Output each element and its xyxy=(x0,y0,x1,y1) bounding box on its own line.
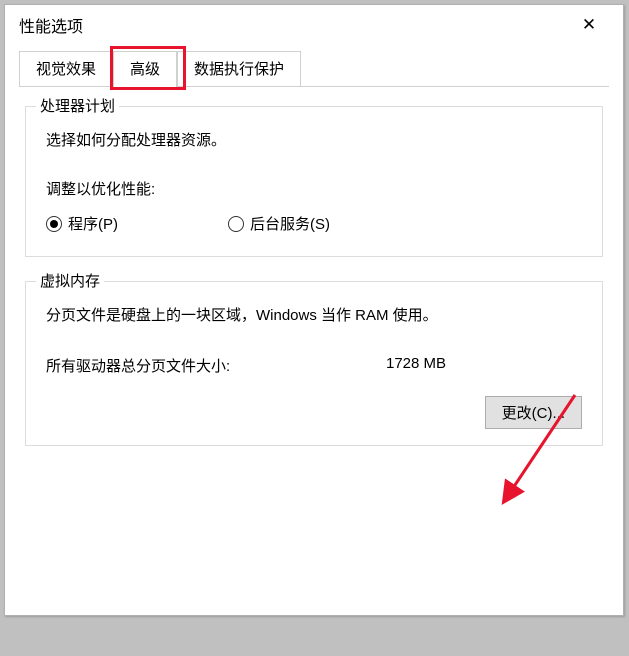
virtual-memory-total-value: 1728 MB xyxy=(386,355,446,376)
tab-dep[interactable]: 数据执行保护 xyxy=(177,51,301,87)
virtual-memory-group: 虚拟内存 分页文件是硬盘上的一块区域，Windows 当作 RAM 使用。 所有… xyxy=(25,281,603,446)
processor-scheduling-desc: 选择如何分配处理器资源。 xyxy=(46,129,582,150)
tab-content-advanced: 处理器计划 选择如何分配处理器资源。 调整以优化性能: 程序(P) 后台服务(S… xyxy=(5,88,623,446)
processor-scheduling-legend: 处理器计划 xyxy=(36,95,119,116)
window-title: 性能选项 xyxy=(19,13,83,37)
radio-background-label: 后台服务(S) xyxy=(250,213,330,234)
radio-background-services[interactable]: 后台服务(S) xyxy=(228,213,330,234)
radio-icon xyxy=(46,216,62,232)
adjust-label: 调整以优化性能: xyxy=(46,178,582,199)
virtual-memory-legend: 虚拟内存 xyxy=(36,270,104,291)
virtual-memory-desc: 分页文件是硬盘上的一块区域，Windows 当作 RAM 使用。 xyxy=(46,304,582,325)
tab-content-divider xyxy=(19,86,609,87)
radio-icon xyxy=(228,216,244,232)
tab-advanced[interactable]: 高级 xyxy=(113,51,177,88)
close-button[interactable]: ✕ xyxy=(569,9,609,41)
radio-programs-label: 程序(P) xyxy=(68,213,118,234)
virtual-memory-button-row: 更改(C)... xyxy=(46,396,582,429)
titlebar: 性能选项 ✕ xyxy=(5,5,623,45)
radio-programs[interactable]: 程序(P) xyxy=(46,213,118,234)
virtual-memory-total-label: 所有驱动器总分页文件大小: xyxy=(46,355,386,376)
radio-group-scheduling: 程序(P) 后台服务(S) xyxy=(46,213,582,234)
virtual-memory-total-row: 所有驱动器总分页文件大小: 1728 MB xyxy=(46,355,582,376)
performance-options-window: 性能选项 ✕ 视觉效果 高级 数据执行保护 处理器计划 选择如何分配处理器资源。… xyxy=(4,4,624,616)
processor-scheduling-group: 处理器计划 选择如何分配处理器资源。 调整以优化性能: 程序(P) 后台服务(S… xyxy=(25,106,603,257)
change-button[interactable]: 更改(C)... xyxy=(485,396,582,429)
close-icon: ✕ xyxy=(582,15,596,35)
tab-visual-effects[interactable]: 视觉效果 xyxy=(19,51,113,87)
tab-strip: 视觉效果 高级 数据执行保护 xyxy=(5,51,623,87)
